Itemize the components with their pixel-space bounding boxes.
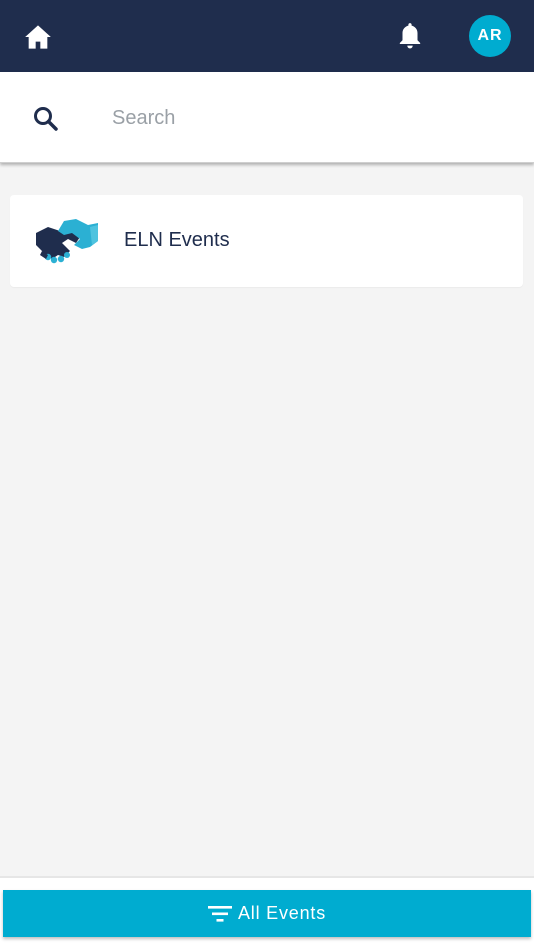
notifications-button[interactable] xyxy=(394,20,426,52)
all-events-filter-button[interactable]: All Events xyxy=(3,890,531,937)
handshake-icon xyxy=(36,219,98,264)
top-app-bar: AR xyxy=(0,0,534,72)
home-button[interactable] xyxy=(22,22,54,52)
user-avatar[interactable]: AR xyxy=(469,15,511,57)
app-screen: AR ELN Events All Events xyxy=(0,0,534,950)
search-input[interactable] xyxy=(112,100,512,136)
search-bar xyxy=(0,72,534,163)
filter-label: All Events xyxy=(237,903,327,923)
home-icon xyxy=(25,25,51,49)
event-title: ELN Events xyxy=(124,229,230,251)
bell-icon xyxy=(399,23,421,49)
search-icon xyxy=(34,107,58,131)
event-list-item[interactable]: ELN Events xyxy=(10,195,523,287)
filter-icon xyxy=(207,905,232,922)
bottom-bar: All Events xyxy=(0,878,534,950)
